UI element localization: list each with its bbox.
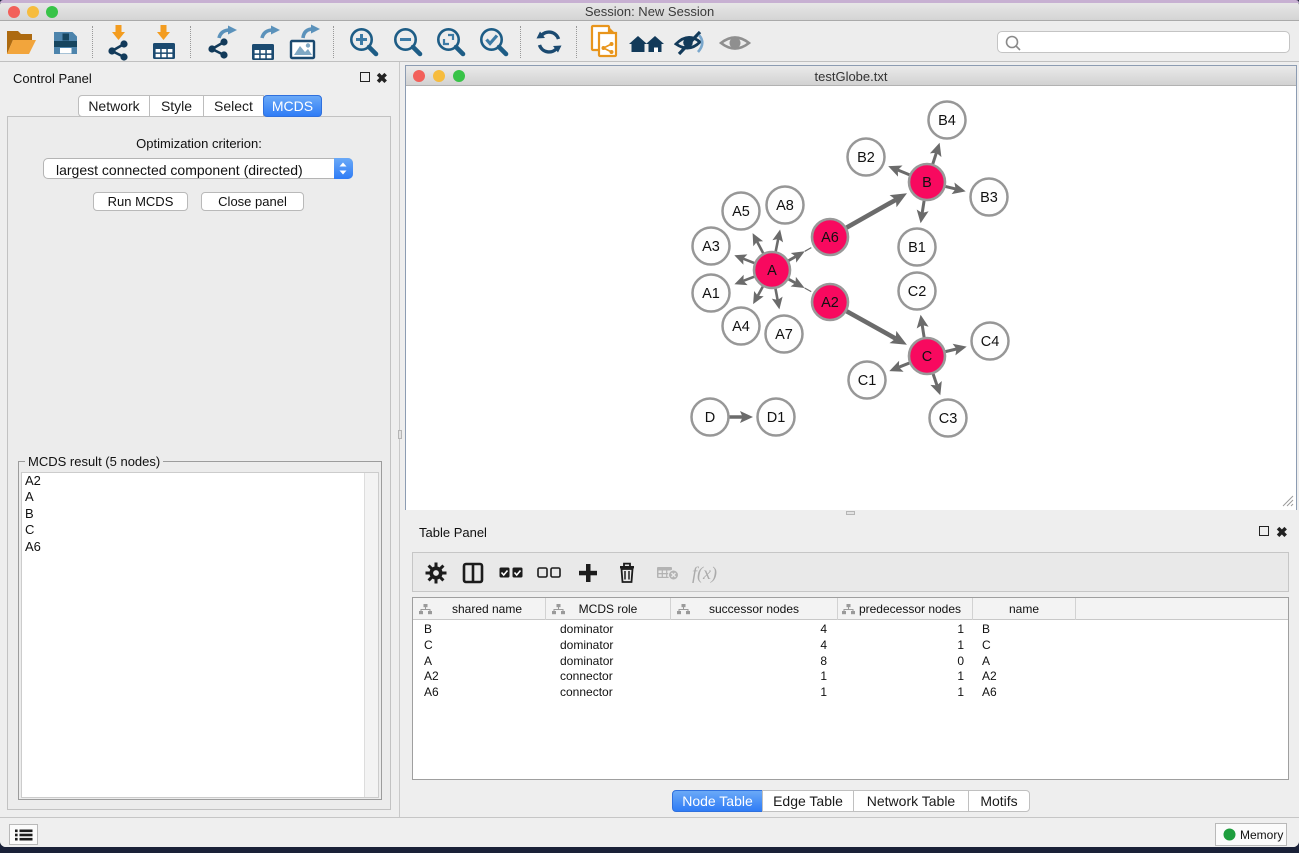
svg-text:A2: A2 bbox=[821, 295, 839, 311]
svg-text:B: B bbox=[922, 175, 932, 191]
svg-text:B4: B4 bbox=[938, 113, 956, 129]
svg-text:C4: C4 bbox=[981, 334, 1000, 350]
svg-text:D: D bbox=[705, 410, 715, 426]
svg-text:A3: A3 bbox=[702, 239, 720, 255]
svg-text:A7: A7 bbox=[775, 327, 793, 343]
svg-text:A: A bbox=[767, 263, 777, 279]
svg-text:D1: D1 bbox=[767, 410, 786, 426]
svg-text:C2: C2 bbox=[908, 284, 927, 300]
svg-text:A4: A4 bbox=[732, 319, 750, 335]
svg-text:C3: C3 bbox=[939, 411, 958, 427]
svg-text:A6: A6 bbox=[821, 230, 839, 246]
svg-text:C1: C1 bbox=[858, 373, 877, 389]
svg-text:A1: A1 bbox=[702, 286, 720, 302]
svg-text:B1: B1 bbox=[908, 240, 926, 256]
svg-text:A8: A8 bbox=[776, 198, 794, 214]
svg-text:B3: B3 bbox=[980, 190, 998, 206]
svg-text:C: C bbox=[922, 349, 932, 365]
svg-text:A5: A5 bbox=[732, 204, 750, 220]
svg-text:B2: B2 bbox=[857, 150, 875, 166]
